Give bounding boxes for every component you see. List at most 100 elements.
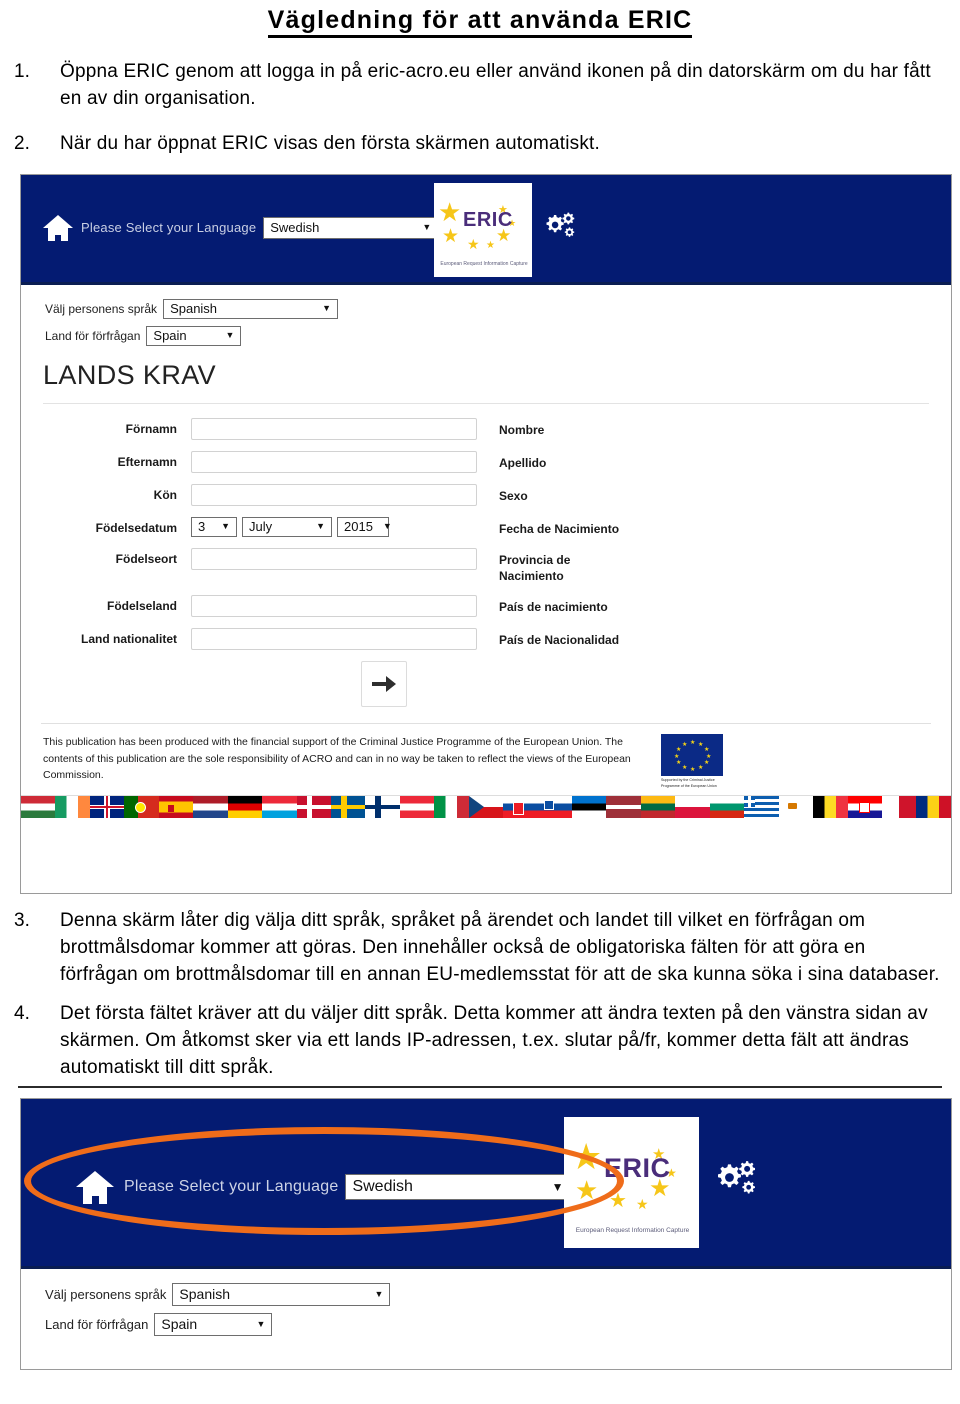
flag-finland — [365, 796, 400, 819]
field-label-sv: Födelseland — [106, 599, 177, 614]
place-of-birth-input[interactable] — [191, 548, 477, 571]
flag-latvia — [606, 796, 641, 819]
home-icon[interactable] — [76, 1170, 114, 1204]
person-language-value: Spanish — [179, 1286, 230, 1303]
flag-slovakia — [503, 796, 538, 819]
language-select[interactable]: Swedish ▼ — [345, 1174, 571, 1201]
person-language-select[interactable]: Spanish ▼ — [163, 298, 339, 319]
person-form: Förnamn Nombre Efternamn Apellido Kön Se… — [21, 417, 951, 708]
flag-netherlands — [193, 796, 228, 819]
chevron-down-icon: ▼ — [225, 330, 235, 341]
field-row-forename: Förnamn Nombre — [21, 417, 951, 440]
flag-hungary — [21, 796, 56, 819]
section-rule — [18, 1085, 942, 1088]
step-3-text: Denna skärm låter dig välja ditt språk, … — [60, 909, 940, 985]
app-header: Please Select your Language Swedish ▼ ★ … — [21, 174, 951, 285]
dob-year-select[interactable]: 2015 ▼ — [337, 516, 392, 537]
home-icon[interactable] — [43, 214, 73, 241]
field-row-surname: Efternamn Apellido — [21, 450, 951, 473]
chevron-down-icon: ▼ — [374, 1288, 384, 1299]
star-icon: ★ — [609, 1189, 627, 1212]
field-label-sv: Kön — [153, 487, 177, 502]
person-language-row: Välj personens språk Spanish ▼ — [45, 1269, 951, 1306]
flag-poland — [675, 796, 710, 819]
flag-greece — [744, 796, 779, 819]
person-language-select[interactable]: Spanish ▼ — [172, 1282, 391, 1306]
flag-cyprus — [778, 796, 814, 819]
heading-divider — [43, 402, 929, 404]
app-body: Välj personens språk Spanish ▼ Land för … — [21, 284, 951, 819]
request-country-row: Land för förfrågan Spain ▼ — [45, 319, 951, 346]
eu-emblem: ★ ★ ★ ★ ★ ★ ★ ★ ★ ★ ★ ★ Supported by the… — [661, 734, 727, 789]
field-label-es: Provincia de Nacimiento — [499, 553, 571, 584]
flag-croatia — [847, 796, 882, 819]
request-country-value: Spain — [161, 1316, 198, 1333]
field-row-date-of-birth: Födelsedatum 3 ▼ July ▼ 2015 ▼ Fecha de … — [21, 516, 951, 537]
person-language-label: Välj personens språk — [45, 301, 158, 316]
gender-input[interactable] — [191, 483, 477, 506]
chevron-down-icon: ▼ — [322, 303, 332, 314]
eric-logo-tagline: European Request Information Capture — [440, 260, 528, 267]
field-label-sv: Förnamn — [125, 421, 177, 436]
eric-logo-wordmark: ERIC — [463, 208, 513, 231]
dob-day-value: 3 — [198, 519, 206, 535]
flag-romania — [916, 796, 951, 819]
field-label-es: Sexo — [499, 488, 528, 503]
chevron-down-icon: ▼ — [551, 1180, 564, 1195]
flag-austria — [399, 796, 435, 819]
gears-icon[interactable] — [713, 1159, 759, 1204]
step-4-number: 4. — [14, 1002, 30, 1024]
request-country-select[interactable]: Spain ▼ — [154, 1312, 273, 1336]
request-country-row: Land för förfrågan Spain ▼ — [45, 1306, 951, 1336]
next-button[interactable] — [361, 661, 407, 708]
language-select-value: Swedish — [270, 220, 320, 236]
page-title: Vägledning för att använda ERIC — [0, 6, 960, 38]
request-country-label: Land för förfrågan — [45, 328, 141, 343]
step-1-number: 1. — [14, 61, 30, 82]
field-label-es: Nombre — [499, 422, 545, 437]
document-page: Vägledning för att använda ERIC 1. Öppna… — [0, 6, 960, 1404]
person-language-value: Spanish — [170, 301, 218, 317]
flag-luxembourg — [262, 796, 297, 819]
eu-flag-icon: ★ ★ ★ ★ ★ ★ ★ ★ ★ ★ ★ ★ — [661, 734, 723, 777]
chevron-down-icon: ▼ — [256, 1318, 266, 1329]
step-2-text: När du har öppnat ERIC visas den första … — [60, 132, 601, 154]
flag-bulgaria — [709, 796, 745, 819]
gears-icon[interactable] — [543, 211, 577, 246]
eric-logo-wordmark: ERIC — [604, 1152, 671, 1183]
nationality-input[interactable] — [191, 628, 477, 651]
chevron-down-icon: ▼ — [422, 222, 432, 233]
flag-strip — [21, 795, 951, 819]
flag-malta — [881, 796, 917, 819]
app-header-highlighted: Please Select your Language Swedish ▼ ★ … — [21, 1098, 951, 1269]
request-country-select[interactable]: Spain ▼ — [146, 325, 242, 346]
step-3-number: 3. — [14, 909, 30, 931]
arrow-right-icon — [372, 676, 396, 693]
star-icon: ★ — [486, 239, 495, 251]
dob-day-select[interactable]: 3 ▼ — [191, 516, 237, 537]
step-2-number: 2. — [14, 132, 30, 154]
header-language-row: Please Select your Language Swedish ▼ — [43, 214, 439, 241]
dob-month-select[interactable]: July ▼ — [242, 516, 332, 537]
request-country-label: Land för förfrågan — [45, 1316, 149, 1332]
field-label-es: Fecha de Nacimiento — [499, 521, 620, 536]
flag-ireland — [55, 796, 90, 819]
chevron-down-icon: ▼ — [316, 521, 325, 532]
surname-input[interactable] — [191, 450, 477, 473]
chevron-down-icon: ▼ — [221, 521, 230, 532]
field-row-place-of-birth: Födelseort Provincia de Nacimiento — [21, 548, 951, 584]
flag-spain — [158, 796, 194, 819]
star-icon: ★ — [575, 1174, 599, 1205]
step-4: 4. Det första fältet kräver att du välje… — [0, 1001, 960, 1082]
step-3: 3. Denna skärm låter dig välja ditt språ… — [0, 908, 960, 989]
eric-app-screenshot-first: Please Select your Language Swedish ▼ ★ … — [20, 173, 952, 894]
eric-logo: ★ ★ ★ ★ ★ ★ ★ ERIC European Request Info… — [564, 1116, 699, 1248]
country-of-birth-input[interactable] — [191, 595, 477, 618]
step-1-text: Öppna ERIC genom att logga in på eric-ac… — [60, 61, 931, 109]
star-icon: ★ — [570, 1135, 603, 1177]
star-icon: ★ — [442, 225, 460, 247]
flag-denmark — [296, 796, 331, 819]
language-select[interactable]: Swedish ▼ — [263, 216, 439, 239]
field-label-sv: Efternamn — [117, 454, 177, 469]
forename-input[interactable] — [191, 417, 477, 440]
